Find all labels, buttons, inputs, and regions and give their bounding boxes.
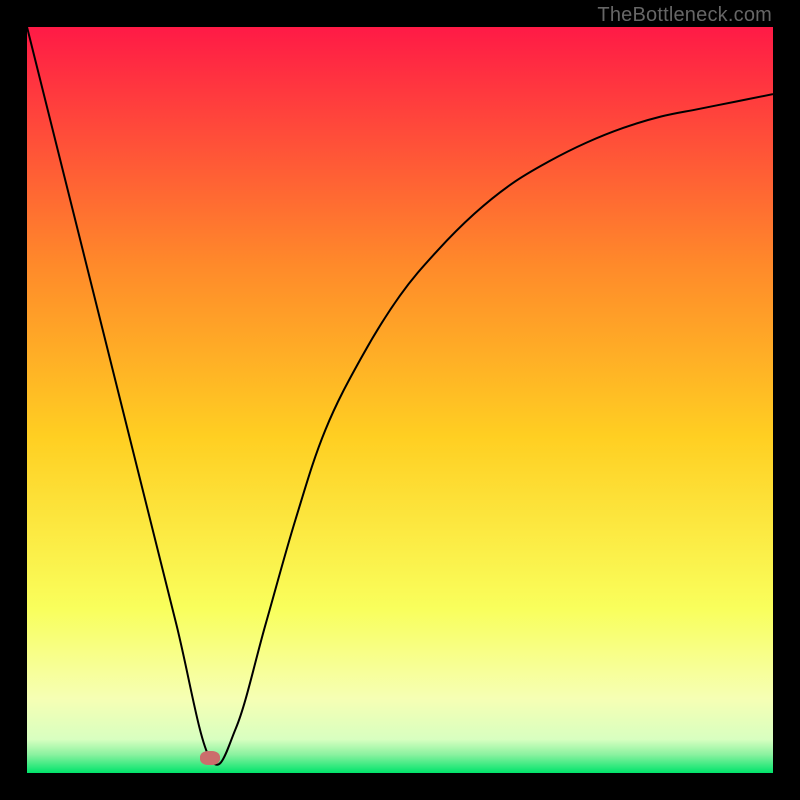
optimal-point-marker <box>200 751 220 765</box>
chart-frame <box>27 27 773 773</box>
bottleneck-chart <box>27 27 773 773</box>
watermark-text: TheBottleneck.com <box>597 4 772 27</box>
chart-background <box>27 27 773 773</box>
